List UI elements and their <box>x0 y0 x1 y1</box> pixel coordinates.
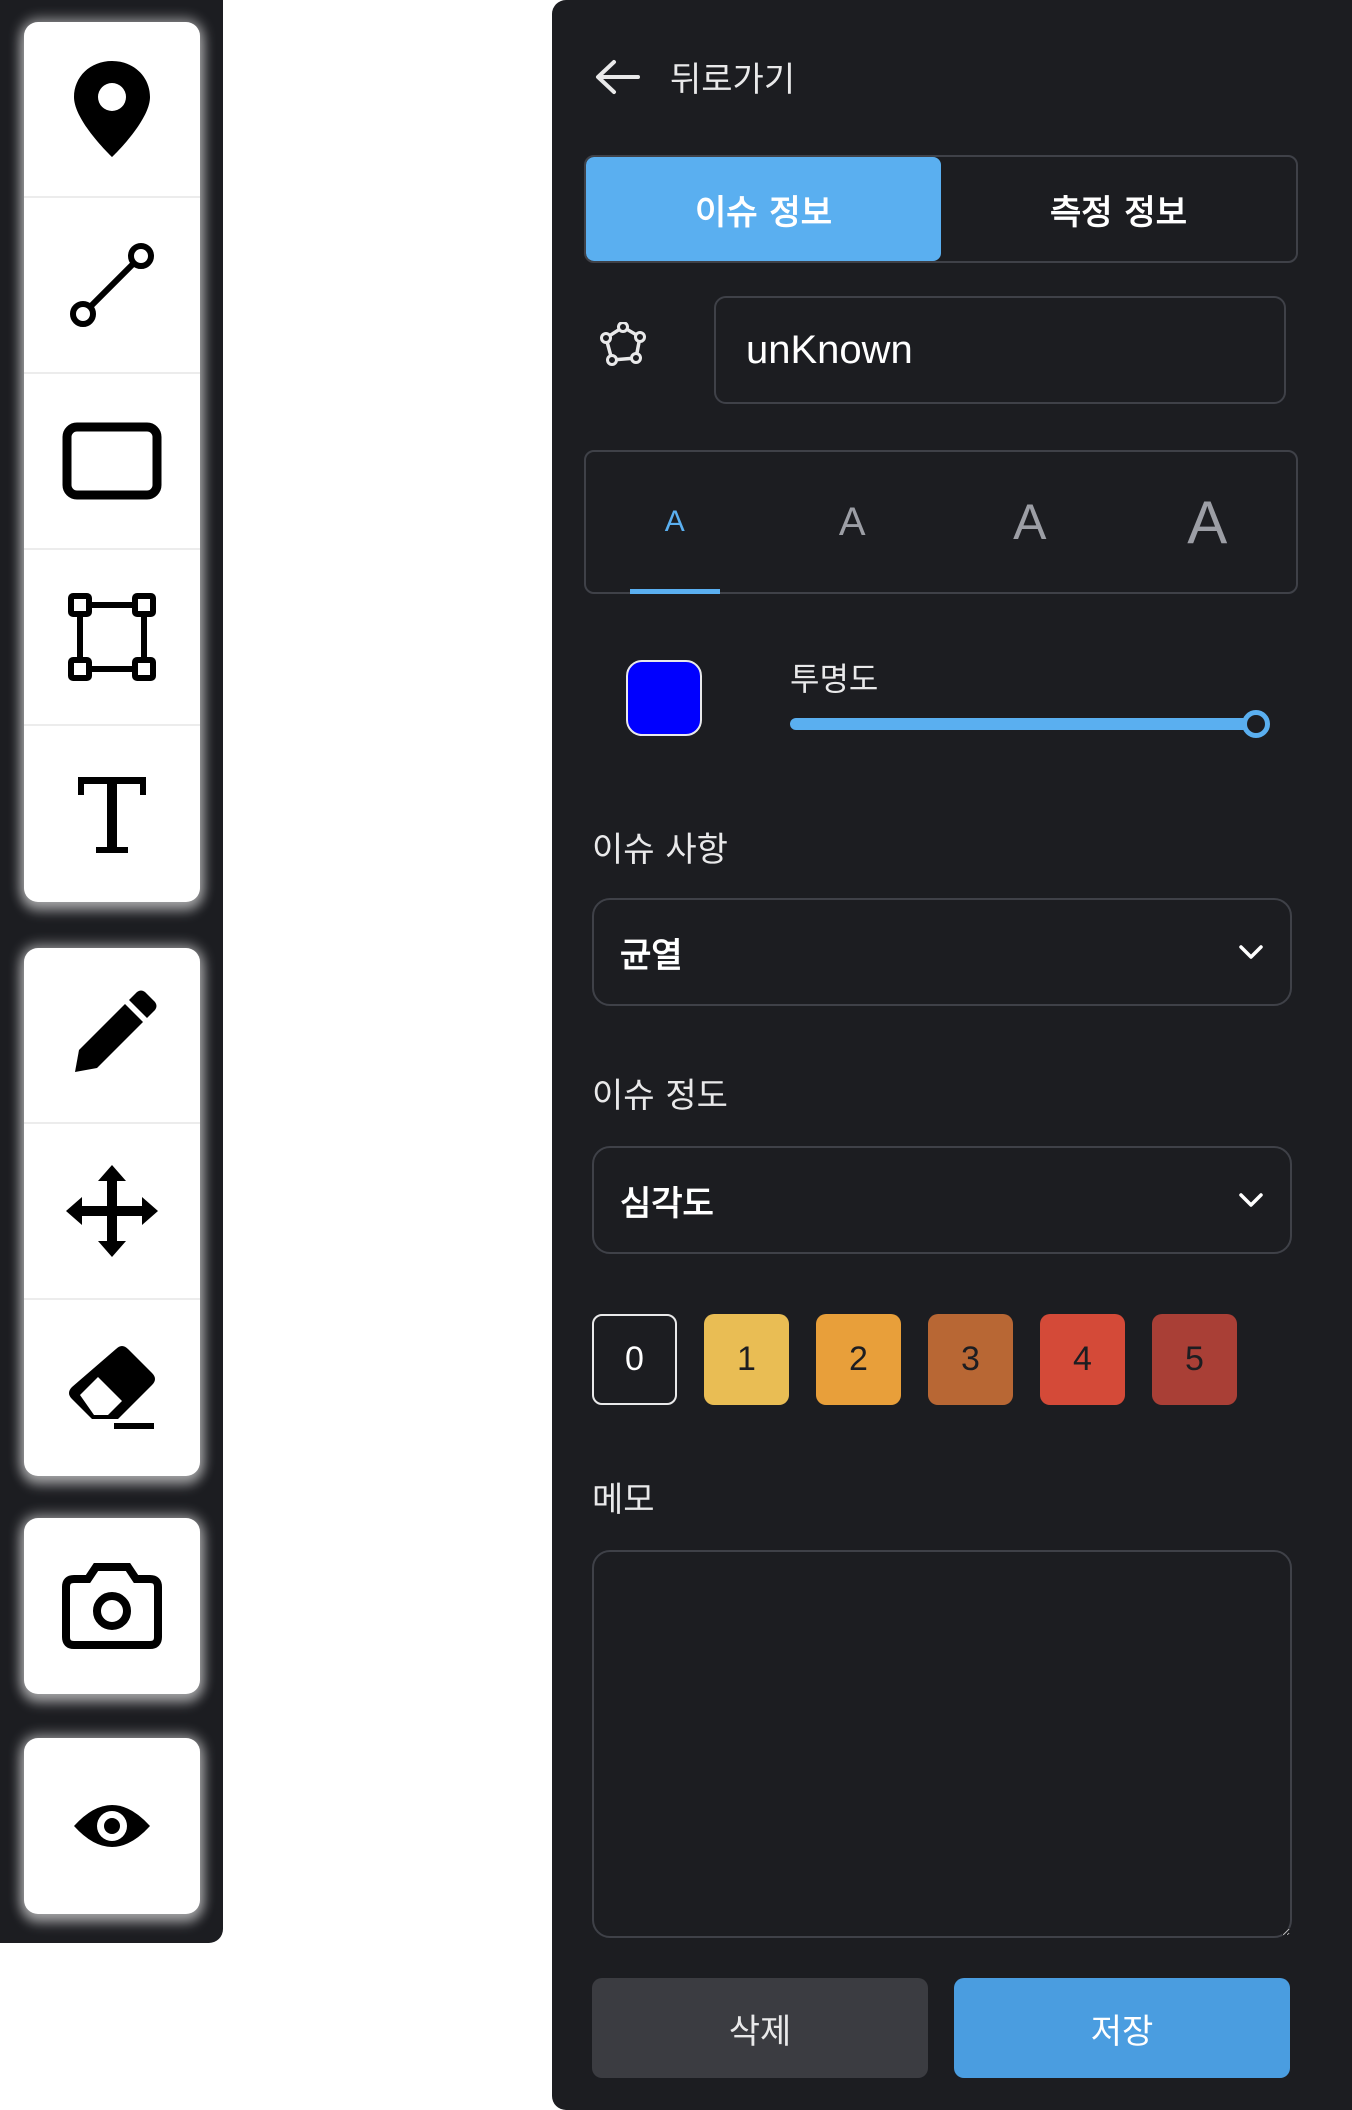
line-tool-button[interactable] <box>24 198 200 374</box>
tab-measurement-info[interactable]: 측정 정보 <box>941 157 1296 261</box>
font-size-xlarge[interactable]: A <box>1119 452 1297 592</box>
font-size-large[interactable]: A <box>941 452 1119 592</box>
point-tool-button[interactable] <box>24 22 200 198</box>
chevron-down-icon <box>1239 945 1263 959</box>
severity-level-3[interactable]: 3 <box>928 1314 1013 1405</box>
color-picker-swatch[interactable] <box>626 660 702 736</box>
severity-level-4[interactable]: 4 <box>1040 1314 1125 1405</box>
move-icon <box>66 1165 158 1257</box>
info-tabs: 이슈 정보 측정 정보 <box>584 155 1298 263</box>
text-tool-button[interactable] <box>24 726 200 902</box>
issue-detail-panel: 뒤로가기 이슈 정보 측정 정보 A A A A 투명도 이슈 사항 균열 이슈… <box>552 0 1352 2110</box>
shape-tool-group <box>24 22 200 902</box>
severity-level-buttons: 0 1 2 3 4 5 <box>592 1314 1237 1405</box>
severity-select[interactable]: 심각도 <box>592 1146 1292 1254</box>
move-tool-button[interactable] <box>24 1124 200 1300</box>
visibility-toggle-button[interactable] <box>24 1738 200 1914</box>
font-size-medium[interactable]: A <box>764 452 942 592</box>
eye-icon <box>74 1805 150 1847</box>
text-icon <box>78 777 146 853</box>
issue-type-label: 이슈 사항 <box>592 830 728 870</box>
map-pin-icon <box>74 61 150 157</box>
rectangle-icon <box>62 422 162 500</box>
line-segment-icon <box>70 243 154 327</box>
font-size-selector: A A A A <box>584 450 1298 594</box>
erase-tool-button[interactable] <box>24 1300 200 1476</box>
opacity-slider-thumb[interactable] <box>1242 710 1270 738</box>
severity-value: 심각도 <box>620 1183 714 1224</box>
memo-label: 메모 <box>592 1480 655 1520</box>
chevron-down-icon <box>1239 1193 1263 1207</box>
save-button[interactable]: 저장 <box>954 1978 1290 2078</box>
opacity-label: 투명도 <box>790 660 879 698</box>
severity-level-5[interactable]: 5 <box>1152 1314 1237 1405</box>
edit-tool-group <box>24 948 200 1476</box>
issue-type-value: 균열 <box>620 935 683 976</box>
polygon-icon <box>68 593 156 681</box>
back-button[interactable]: 뒤로가기 <box>594 52 795 101</box>
back-label: 뒤로가기 <box>670 60 796 100</box>
delete-button[interactable]: 삭제 <box>592 1978 928 2078</box>
drawing-toolbar <box>0 0 223 1943</box>
issue-name-input[interactable] <box>714 296 1286 404</box>
polygon-tool-button[interactable] <box>24 550 200 726</box>
polygon-shape-icon <box>600 322 646 366</box>
severity-level-1[interactable]: 1 <box>704 1314 789 1405</box>
pencil-icon <box>75 990 157 1072</box>
issue-type-select[interactable]: 균열 <box>592 898 1292 1006</box>
severity-level-2[interactable]: 2 <box>816 1314 901 1405</box>
arrow-left-icon <box>596 59 640 94</box>
capture-tool-group <box>24 1518 200 1694</box>
memo-textarea[interactable] <box>592 1550 1292 1938</box>
tab-issue-info[interactable]: 이슈 정보 <box>586 157 941 261</box>
rectangle-tool-button[interactable] <box>24 374 200 550</box>
eraser-icon <box>69 1346 155 1429</box>
camera-icon <box>62 1563 162 1649</box>
opacity-slider-track[interactable] <box>790 718 1250 730</box>
view-tool-group <box>24 1738 200 1914</box>
severity-level-0[interactable]: 0 <box>592 1314 677 1405</box>
capture-tool-button[interactable] <box>24 1518 200 1694</box>
font-size-small[interactable]: A <box>586 452 764 594</box>
draw-tool-button[interactable] <box>24 948 200 1124</box>
severity-label: 이슈 정도 <box>592 1076 728 1116</box>
